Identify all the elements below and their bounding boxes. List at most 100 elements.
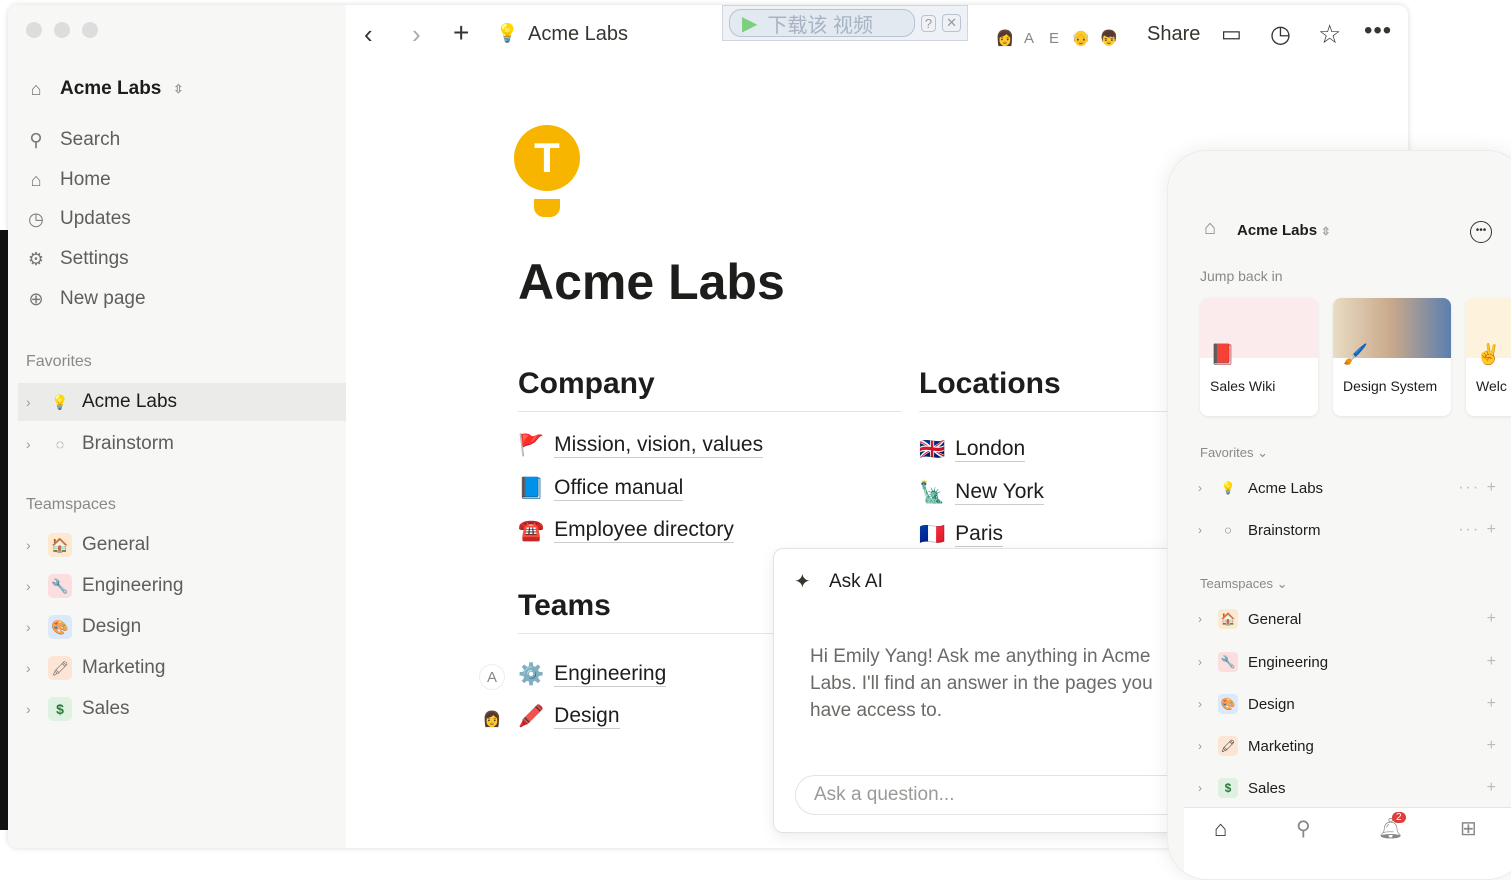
zoom-window-button[interactable] xyxy=(82,22,98,38)
ask-ai-title: Ask AI xyxy=(829,571,883,592)
mobile-app-preview: ⌂ Acme Labs ⇳ ••• Jump back in 📕 Sales Wi… xyxy=(1167,150,1511,880)
minimize-window-button[interactable] xyxy=(54,22,70,38)
link-mission[interactable]: 🚩 Mission, vision, values xyxy=(518,433,764,458)
link-team-design[interactable]: 🖍️ Design xyxy=(518,704,620,729)
add-icon[interactable]: + xyxy=(1487,610,1498,628)
label: Teamspaces xyxy=(1200,576,1273,591)
chevron-right-icon[interactable]: › xyxy=(1198,612,1208,626)
dollar-icon: $ xyxy=(1218,778,1238,798)
sidebar-item-acme-labs[interactable]: › 💡 Acme Labs xyxy=(18,383,346,421)
mobile-item-general[interactable]: › 🏠 General + xyxy=(1198,604,1498,634)
add-icon[interactable]: + xyxy=(1487,695,1498,713)
sidebar-item-search[interactable]: ⚲ Search xyxy=(24,123,120,157)
breadcrumb[interactable]: Acme Labs xyxy=(528,23,628,46)
link-new-york[interactable]: 🗽 New York xyxy=(919,480,1044,505)
sidebar-item-marketing[interactable]: › 🖍 Marketing xyxy=(18,649,346,687)
label: Marketing xyxy=(1248,737,1314,755)
background-artwork xyxy=(0,230,8,830)
back-button[interactable]: ‹ xyxy=(364,19,373,50)
avatar[interactable]: 👦 xyxy=(1096,25,1122,51)
card-sales-wiki[interactable]: 📕 Sales Wiki xyxy=(1200,298,1318,416)
link-employee-directory[interactable]: ☎️ Employee directory xyxy=(518,518,734,543)
add-icon[interactable]: + xyxy=(1487,737,1498,755)
card-welcome[interactable]: ✌️ Welc xyxy=(1466,298,1511,416)
help-button[interactable]: ? xyxy=(920,14,937,32)
chevron-right-icon[interactable]: › xyxy=(1198,655,1208,669)
workspace-switcher[interactable]: ⌂ Acme Labs ⇳ xyxy=(24,72,184,106)
mobile-item-marketing[interactable]: › 🖍 Marketing + xyxy=(1198,731,1498,761)
sidebar-item-updates[interactable]: ◷ Updates xyxy=(24,202,131,236)
chevron-right-icon[interactable]: › xyxy=(26,660,38,676)
chevron-right-icon[interactable]: › xyxy=(26,701,38,717)
chevron-right-icon[interactable]: › xyxy=(1198,781,1208,795)
sidebar-item-sales[interactable]: › $ Sales xyxy=(18,690,346,728)
chevron-right-icon[interactable]: › xyxy=(1198,481,1208,495)
teamspaces-heading: Teamspaces xyxy=(26,496,116,513)
chevron-right-icon[interactable]: › xyxy=(1198,739,1208,753)
chevron-right-icon[interactable]: › xyxy=(26,436,38,452)
avatar[interactable]: E xyxy=(1041,25,1067,51)
label: Settings xyxy=(60,248,129,269)
star-icon[interactable]: ☆ xyxy=(1318,19,1341,50)
chevron-right-icon[interactable]: › xyxy=(26,619,38,635)
home-tab-icon[interactable]: ⌂ xyxy=(1214,816,1227,842)
link-office-manual[interactable]: 📘 Office manual xyxy=(518,476,684,501)
link-london[interactable]: 🇬🇧 London xyxy=(919,437,1026,462)
avatar[interactable]: 👩 xyxy=(992,25,1018,51)
label: Welc xyxy=(1476,378,1507,394)
label: General xyxy=(82,534,150,555)
more-plus-icons[interactable]: ··· + xyxy=(1458,521,1498,539)
sidebar-item-home[interactable]: ⌂ Home xyxy=(24,163,111,197)
sidebar-item-design[interactable]: › 🎨 Design xyxy=(18,608,346,646)
more-plus-icons[interactable]: ··· + xyxy=(1458,479,1498,497)
sidebar-item-brainstorm[interactable]: › ◌ Brainstorm xyxy=(18,425,346,463)
chevron-right-icon[interactable]: › xyxy=(26,394,38,410)
chevron-right-icon[interactable]: › xyxy=(1198,523,1208,537)
close-overlay-button[interactable]: ✕ xyxy=(942,14,961,32)
sidebar-item-settings[interactable]: ⚙ Settings xyxy=(24,242,129,276)
paintbrush-icon: 🖌️ xyxy=(1343,344,1368,366)
ask-question-input[interactable]: Ask a question... xyxy=(795,775,1215,815)
chevron-right-icon[interactable]: › xyxy=(26,578,38,594)
page-icon-lightbulb[interactable]: T xyxy=(514,125,580,191)
card-design-system[interactable]: 🖌️ Design System xyxy=(1333,298,1451,416)
add-icon[interactable]: + xyxy=(1487,779,1498,797)
mobile-item-sales[interactable]: › $ Sales + xyxy=(1198,773,1498,803)
close-window-button[interactable] xyxy=(26,22,42,38)
avatar[interactable]: A xyxy=(1016,25,1042,51)
page-icon-base xyxy=(534,199,560,217)
favorites-heading[interactable]: Favorites ⌄ xyxy=(1200,445,1268,461)
sidebar-item-new-page[interactable]: ⊕ New page xyxy=(24,282,145,316)
history-icon[interactable]: ◷ xyxy=(1270,20,1291,49)
label: Engineering xyxy=(82,575,184,596)
share-button[interactable]: Share xyxy=(1147,23,1200,46)
mobile-item-engineering[interactable]: › 🔧 Engineering + xyxy=(1198,647,1498,677)
new-page-tab-icon[interactable]: ⊞ xyxy=(1460,816,1477,841)
label: Engineering xyxy=(1248,653,1329,671)
add-icon[interactable]: + xyxy=(1487,653,1498,671)
company-heading: Company xyxy=(518,367,902,412)
avatar[interactable]: 👴 xyxy=(1068,25,1094,51)
label: Design xyxy=(554,704,620,729)
label: Design System xyxy=(1343,378,1438,394)
comments-icon[interactable]: ▭ xyxy=(1221,21,1242,47)
link-paris[interactable]: 🇫🇷 Paris xyxy=(919,522,1004,547)
mobile-item-brainstorm[interactable]: › ◌ Brainstorm ··· + xyxy=(1198,515,1498,545)
mobile-workspace-switcher[interactable]: Acme Labs ⇳ xyxy=(1237,222,1330,239)
chevron-right-icon[interactable]: › xyxy=(1198,697,1208,711)
mobile-item-acme-labs[interactable]: › 💡 Acme Labs ··· + xyxy=(1198,473,1498,503)
more-icon[interactable]: ••• xyxy=(1364,17,1392,45)
sidebar-item-general[interactable]: › 🏠 General xyxy=(18,526,346,564)
sidebar-item-engineering[interactable]: › 🔧 Engineering xyxy=(18,567,346,605)
download-video-button[interactable]: ▶ 下载该 视频 xyxy=(729,9,915,37)
crayon-icon: 🖍 xyxy=(1218,736,1238,756)
mobile-item-design[interactable]: › 🎨 Design + xyxy=(1198,689,1498,719)
more-icon[interactable]: ••• xyxy=(1470,221,1492,243)
new-page-button[interactable]: + xyxy=(453,17,469,49)
teamspaces-heading[interactable]: Teamspaces ⌄ xyxy=(1200,576,1288,592)
chevron-right-icon[interactable]: › xyxy=(26,537,38,553)
search-tab-icon[interactable]: ⚲ xyxy=(1296,816,1311,841)
gear-icon: ⚙️ xyxy=(518,662,545,686)
link-team-engineering[interactable]: ⚙️ Engineering xyxy=(518,662,667,687)
forward-button[interactable]: › xyxy=(412,19,421,50)
